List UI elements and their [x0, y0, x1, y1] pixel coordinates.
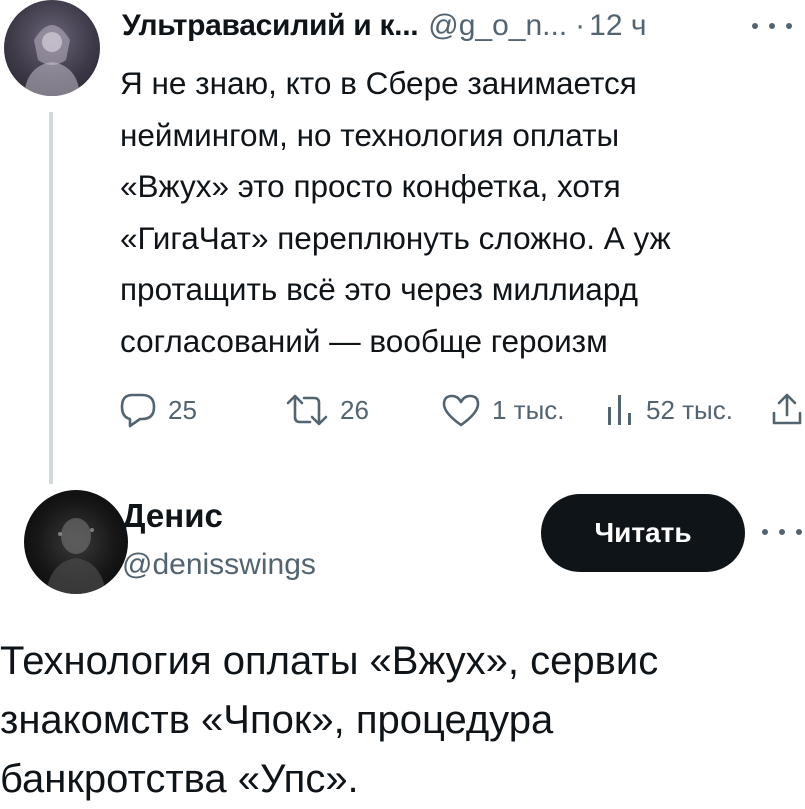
like-count: 1 тыс.: [492, 394, 565, 425]
author-name[interactable]: Ультравасилий и к...: [122, 9, 419, 43]
more-dots-icon: [779, 529, 785, 535]
separator-dot: ·: [575, 9, 586, 42]
author-handle[interactable]: @denisswings: [122, 548, 316, 582]
author-name[interactable]: Денис: [122, 497, 223, 535]
tweet-text-line: «Вжух» это просто конфетка, хотя: [120, 168, 621, 204]
reply-icon: [120, 393, 156, 428]
more-dots-icon: [796, 529, 802, 535]
reply-button[interactable]: 25: [118, 388, 197, 432]
tweet-text-line: знакомств «Чпок», процедура: [0, 698, 554, 742]
retweet-count: 26: [340, 394, 369, 425]
retweet-icon: [286, 394, 328, 426]
author-handle[interactable]: @g_o_n...: [428, 9, 567, 43]
tweet-actions-bar: 25 26 1 тыс. 52 тыс.: [118, 388, 805, 432]
share-icon: [772, 393, 802, 425]
tweet-text: Технология оплаты «Вжух», сервис знакомс…: [0, 632, 805, 809]
tweet-timestamp[interactable]: 12 ч: [589, 9, 646, 43]
more-dots-icon: [752, 23, 758, 29]
tweet-text: Я не знаю, кто в Сбере занимается неймин…: [120, 58, 800, 367]
author-avatar[interactable]: [4, 0, 100, 96]
views-count: 52 тыс.: [646, 394, 733, 425]
more-dots-icon: [762, 529, 768, 535]
tweet-text-line: согласований — вообще героизм: [120, 322, 608, 359]
author-avatar[interactable]: [24, 490, 128, 594]
tweet-text-line: неймингом, но технология оплаты: [120, 116, 620, 153]
more-options-button[interactable]: [752, 16, 792, 36]
more-dots-icon: [786, 23, 792, 29]
tweet-header: Ультравасилий и к... @g_o_n... · 12 ч: [122, 4, 647, 48]
heart-icon: [442, 394, 480, 427]
thread-connector-line: [49, 112, 53, 484]
tweet-text-line: Технология оплаты «Вжух», сервис: [0, 639, 659, 683]
views-bar-chart-icon: [608, 395, 631, 425]
tweet-text-line: Я не знаю, кто в Сбере занимается: [120, 65, 637, 101]
reply-count: 25: [168, 394, 197, 425]
tweet-text-line: «ГигаЧат» переплюнуть сложно. А уж: [120, 219, 671, 256]
tweet-text-line: банкротства «Упс».: [0, 757, 359, 801]
more-dots-icon: [769, 23, 775, 29]
more-options-button[interactable]: [762, 527, 802, 537]
share-button[interactable]: [770, 388, 804, 432]
views-button[interactable]: 52 тыс.: [604, 388, 733, 432]
tweet-text-line: протащить всё это через миллиард: [120, 271, 638, 307]
follow-button[interactable]: Читать: [541, 494, 745, 572]
retweet-button[interactable]: 26: [284, 388, 369, 432]
like-button[interactable]: 1 тыс.: [440, 388, 565, 432]
